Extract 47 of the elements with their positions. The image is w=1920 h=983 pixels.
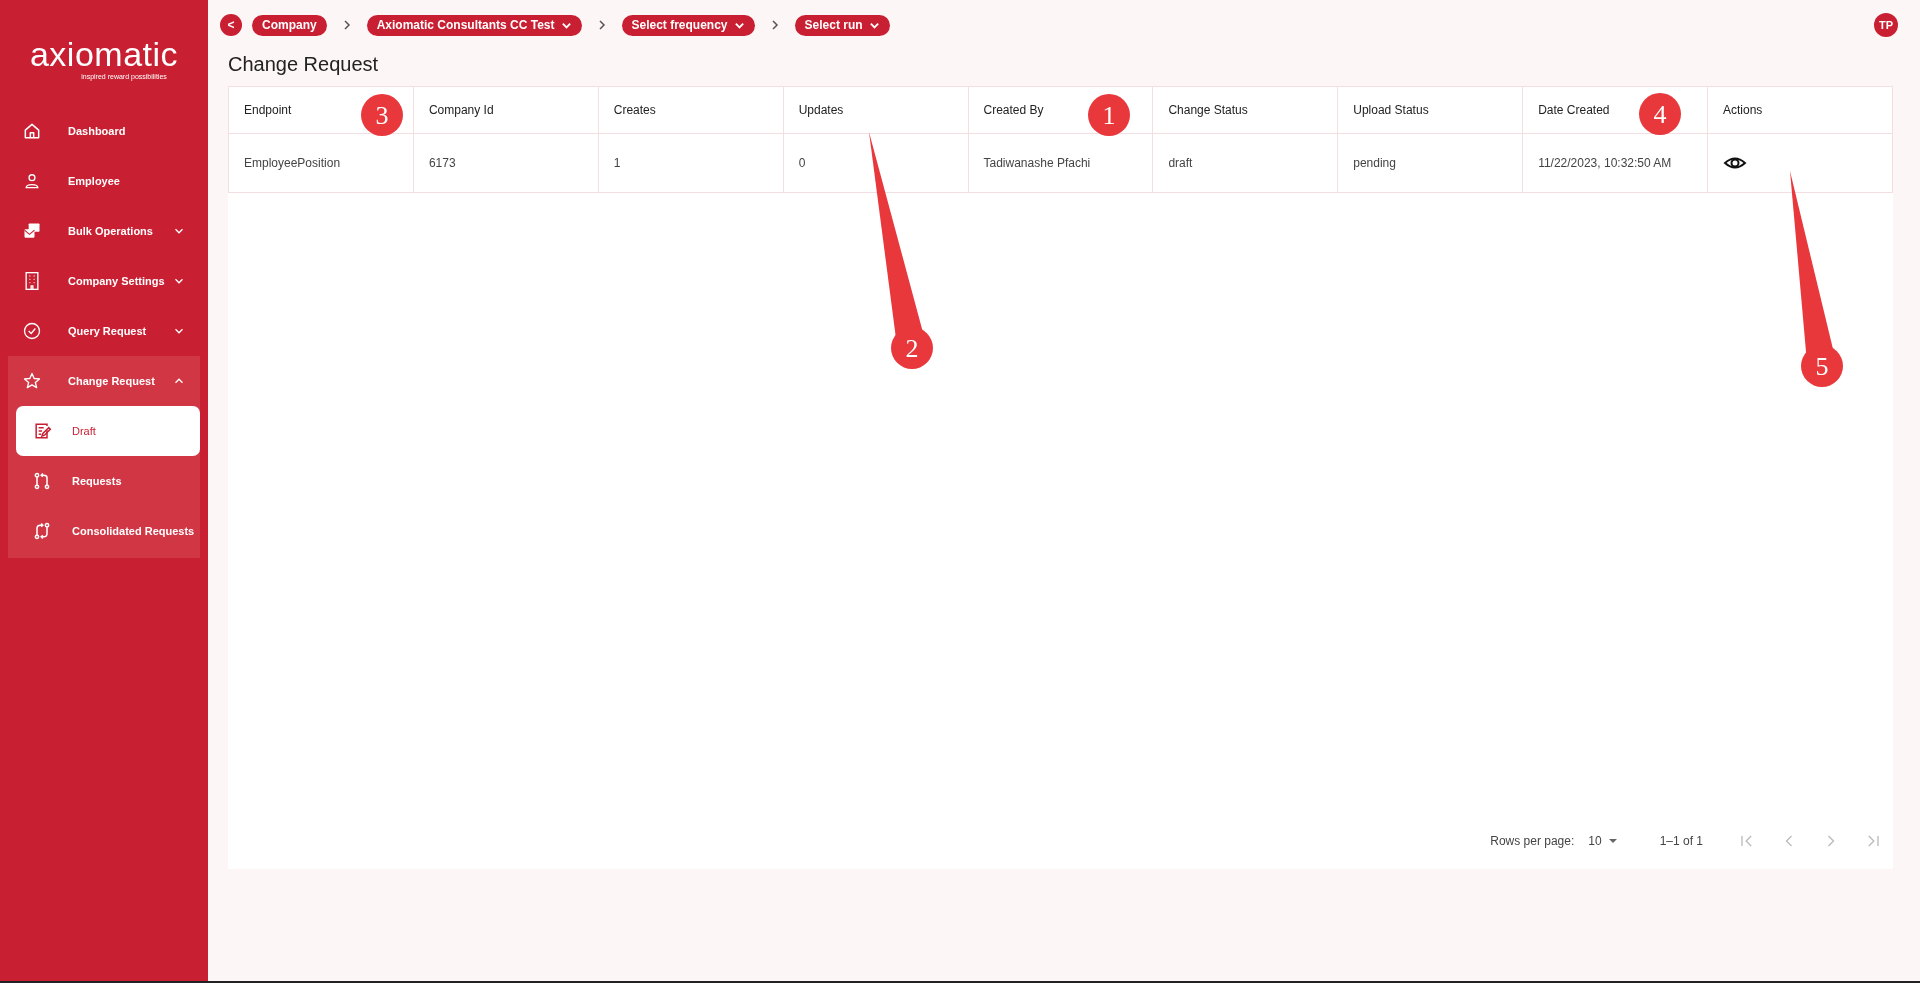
column-header: Company Id	[413, 86, 599, 134]
breadcrumb-button[interactable]: Company	[252, 14, 327, 36]
table-cell: 1	[598, 133, 784, 193]
envelope-icon	[22, 221, 42, 241]
rows-per-page-label: Rows per page:	[1490, 834, 1575, 848]
sub-nav-item[interactable]: Requests	[16, 456, 200, 506]
column-header: Upload Status	[1337, 86, 1523, 134]
rows-per-page-select[interactable]: 10	[1588, 834, 1618, 848]
callout-marker: 3	[361, 94, 403, 136]
breadcrumb-button[interactable]: Axiomatic Consultants CC Test	[366, 14, 582, 36]
nav-item[interactable]: Company Settings	[0, 256, 208, 306]
breadcrumb-button[interactable]: Select frequency	[621, 14, 755, 36]
nav-item[interactable]: Change Request	[8, 356, 200, 406]
nav-label: Company Settings	[68, 275, 166, 287]
pull-request-icon	[32, 471, 52, 491]
nav-item[interactable]: Bulk Operations	[0, 206, 208, 256]
column-header: Change Status	[1152, 86, 1338, 134]
caret-down-icon	[1607, 836, 1618, 846]
star-icon	[22, 371, 42, 391]
sync-icon	[32, 521, 52, 541]
table-cell: 6173	[413, 133, 599, 193]
nav-label: Query Request	[68, 325, 148, 337]
nav-label: Change Request	[68, 375, 156, 387]
back-button[interactable]: <	[220, 14, 242, 36]
nav-label: Bulk Operations	[68, 225, 154, 237]
nav-label: Dashboard	[68, 125, 127, 137]
column-header: Creates	[598, 86, 784, 134]
logo: axiomatic	[29, 36, 179, 71]
nav-item[interactable]: Query Request	[0, 306, 208, 356]
callout-marker: 4	[1639, 93, 1681, 135]
page-title: Change Request	[228, 53, 380, 76]
user-avatar[interactable]: TP	[1874, 13, 1898, 37]
nav-item[interactable]: Dashboard	[0, 106, 208, 156]
page-range: 1–1 of 1	[1659, 834, 1703, 848]
sub-nav-item[interactable]: Draft	[16, 406, 200, 456]
table-cell: draft	[1152, 133, 1338, 193]
nav-label: Employee	[68, 175, 121, 187]
column-header: Updates	[783, 86, 968, 134]
column-header: Actions	[1707, 86, 1893, 134]
breadcrumb-button[interactable]: Select run	[794, 14, 890, 36]
edit-icon	[32, 421, 52, 441]
table-cell: pending	[1337, 133, 1523, 193]
home-icon	[22, 121, 42, 141]
sub-nav-item[interactable]: Consolidated Requests	[16, 506, 200, 556]
callout-marker: 1	[1088, 94, 1130, 136]
nav-item[interactable]: Employee	[0, 156, 208, 206]
check-circle-icon	[22, 321, 42, 341]
